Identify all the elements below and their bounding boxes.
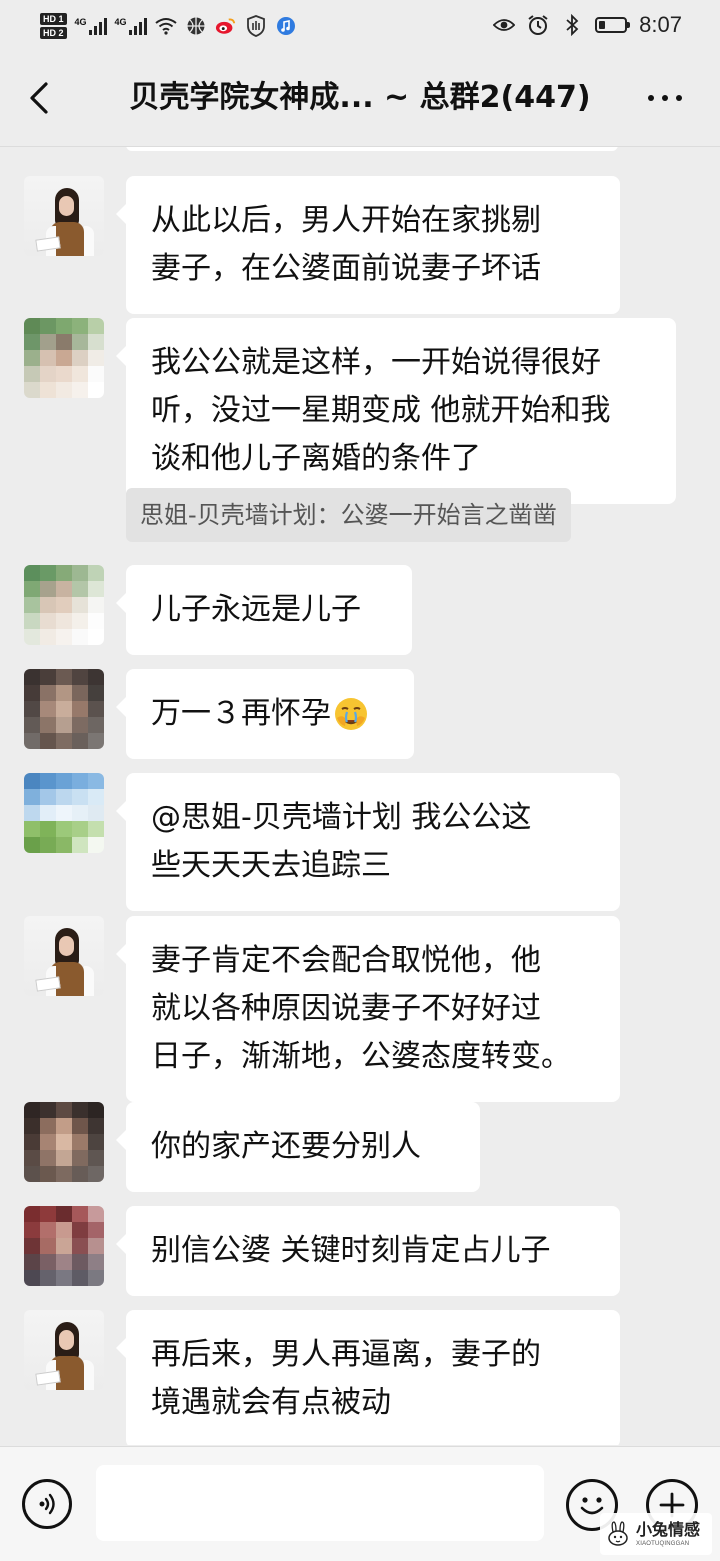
- status-left: HD 1 HD 2 4G 4G: [40, 8, 297, 44]
- previous-message-bubble[interactable]: [126, 147, 618, 151]
- weibo-icon: [215, 15, 237, 37]
- message-bubble[interactable]: 你的家产还要分别人: [116, 1102, 480, 1192]
- avatar[interactable]: [24, 565, 104, 645]
- network-type-1: 4G: [74, 17, 87, 27]
- avatar[interactable]: [24, 1206, 104, 1286]
- battery-icon: [595, 17, 631, 33]
- bluetooth-icon: [561, 14, 583, 36]
- message-line: 再后来，男人再逼离，妻子的: [151, 1337, 541, 1372]
- hd-badges: HD 1 HD 2: [40, 13, 67, 39]
- more-button[interactable]: [640, 78, 690, 118]
- message-input[interactable]: [96, 1465, 544, 1541]
- message-row: 妻子肯定不会配合取悦他，他 就以各种原因说妻子不好好过 日子，渐渐地，公婆态度转…: [0, 916, 720, 1102]
- sim2-badge: HD 2: [40, 27, 67, 39]
- signal-bars-icon: [88, 17, 107, 35]
- more-icon-dot: [648, 95, 654, 101]
- message-line: 别信公婆 关键时刻肯定占儿子: [151, 1233, 551, 1268]
- message-line: 妻子，在公婆面前说妻子坏话: [151, 251, 541, 286]
- crying-face-emoji-icon: [335, 698, 367, 730]
- message-line: 你的家产还要分别人: [151, 1129, 421, 1164]
- message-line: 我公公就是这样，一开始说得很好: [151, 345, 601, 380]
- input-bar: 小兔情感 XIAOTUQINGGAN: [0, 1446, 720, 1561]
- message-bubble[interactable]: 再后来，男人再逼离，妻子的 境遇就会有点被动: [116, 1310, 620, 1445]
- avatar[interactable]: [24, 916, 104, 996]
- message-line: 就以各种原因说妻子不好好过: [151, 991, 541, 1026]
- message-bubble[interactable]: 我公公就是这样，一开始说得很好 听，没过一星期变成 他就开始和我 谈和他儿子离婚…: [116, 318, 676, 504]
- avatar[interactable]: [24, 669, 104, 749]
- message-bubble[interactable]: 从此以后，男人开始在家挑剔 妻子，在公婆面前说妻子坏话: [116, 176, 620, 314]
- message-line: 从此以后，男人开始在家挑剔: [151, 203, 541, 238]
- chat-header: 贝壳学院女神成... ~ 总群2(447): [0, 50, 720, 147]
- message-line: 儿子永远是儿子: [151, 592, 361, 627]
- avatar[interactable]: [24, 773, 104, 853]
- voice-button[interactable]: [22, 1479, 72, 1529]
- message-bubble[interactable]: 万一３再怀孕: [116, 669, 414, 759]
- more-icon-dot: [662, 95, 668, 101]
- message-line: 日子，渐渐地，公婆态度转变。: [151, 1039, 571, 1074]
- basketball-icon: [185, 15, 207, 37]
- quoted-reply[interactable]: 思姐-贝壳墙计划：公婆一开始言之凿凿: [126, 488, 571, 542]
- status-bar: HD 1 HD 2 4G 4G 8:07: [0, 0, 720, 50]
- voice-icon: [39, 1493, 55, 1515]
- more-icon-dot: [676, 95, 682, 101]
- watermark-subtext: XIAOTUQINGGAN: [636, 1540, 690, 1547]
- network-type-2: 4G: [114, 17, 127, 27]
- rabbit-logo-icon: [608, 1521, 628, 1546]
- music-icon: [275, 15, 297, 37]
- watermark: 小兔情感 XIAOTUQINGGAN: [600, 1513, 712, 1555]
- message-row: 再后来，男人再逼离，妻子的 境遇就会有点被动: [0, 1310, 720, 1445]
- signal-bars-icon: [128, 17, 147, 35]
- message-line: 万一３再怀孕: [151, 690, 389, 738]
- message-list[interactable]: 从此以后，男人开始在家挑剔 妻子，在公婆面前说妻子坏话 我公公就是这样，一开始说…: [0, 147, 720, 1445]
- eye-icon: [493, 14, 516, 36]
- avatar[interactable]: [24, 1102, 104, 1182]
- signal-1: 4G: [75, 17, 107, 35]
- chat-title: 贝壳学院女神成... ~ 总群2(447): [129, 80, 591, 115]
- wifi-icon: [154, 15, 177, 37]
- message-bubble[interactable]: 别信公婆 关键时刻肯定占儿子: [116, 1206, 620, 1296]
- signal-2: 4G: [115, 17, 147, 35]
- message-line: 听，没过一星期变成 他就开始和我: [151, 393, 611, 428]
- status-right: 8:07: [493, 8, 682, 42]
- message-bubble[interactable]: 儿子永远是儿子: [116, 565, 412, 655]
- clock: 8:07: [639, 12, 682, 37]
- message-line: 妻子肯定不会配合取悦他，他: [151, 943, 541, 978]
- avatar[interactable]: [24, 318, 104, 398]
- battery-level: [599, 21, 606, 29]
- avatar[interactable]: [24, 1310, 104, 1390]
- message-line: 些天天天去追踪三: [151, 848, 391, 883]
- watermark-text: 小兔情感: [636, 1519, 701, 1539]
- avatar[interactable]: [24, 176, 104, 256]
- sim1-badge: HD 1: [40, 13, 67, 25]
- message-line: @思姐-贝壳墙计划 我公公这: [151, 800, 532, 835]
- chevron-left-icon: [30, 82, 48, 114]
- message-text: 万一３再怀孕: [151, 696, 331, 731]
- back-button[interactable]: [22, 78, 62, 118]
- message-bubble[interactable]: 妻子肯定不会配合取悦他，他 就以各种原因说妻子不好好过 日子，渐渐地，公婆态度转…: [116, 916, 620, 1102]
- message-line: 谈和他儿子离婚的条件了: [151, 441, 481, 476]
- shield-hand-icon: [245, 15, 267, 37]
- alarm-icon: [527, 14, 549, 36]
- message-row: 从此以后，男人开始在家挑剔 妻子，在公婆面前说妻子坏话: [0, 176, 720, 314]
- message-bubble[interactable]: @思姐-贝壳墙计划 我公公这 些天天天去追踪三: [116, 773, 620, 911]
- message-line: 境遇就会有点被动: [151, 1385, 391, 1420]
